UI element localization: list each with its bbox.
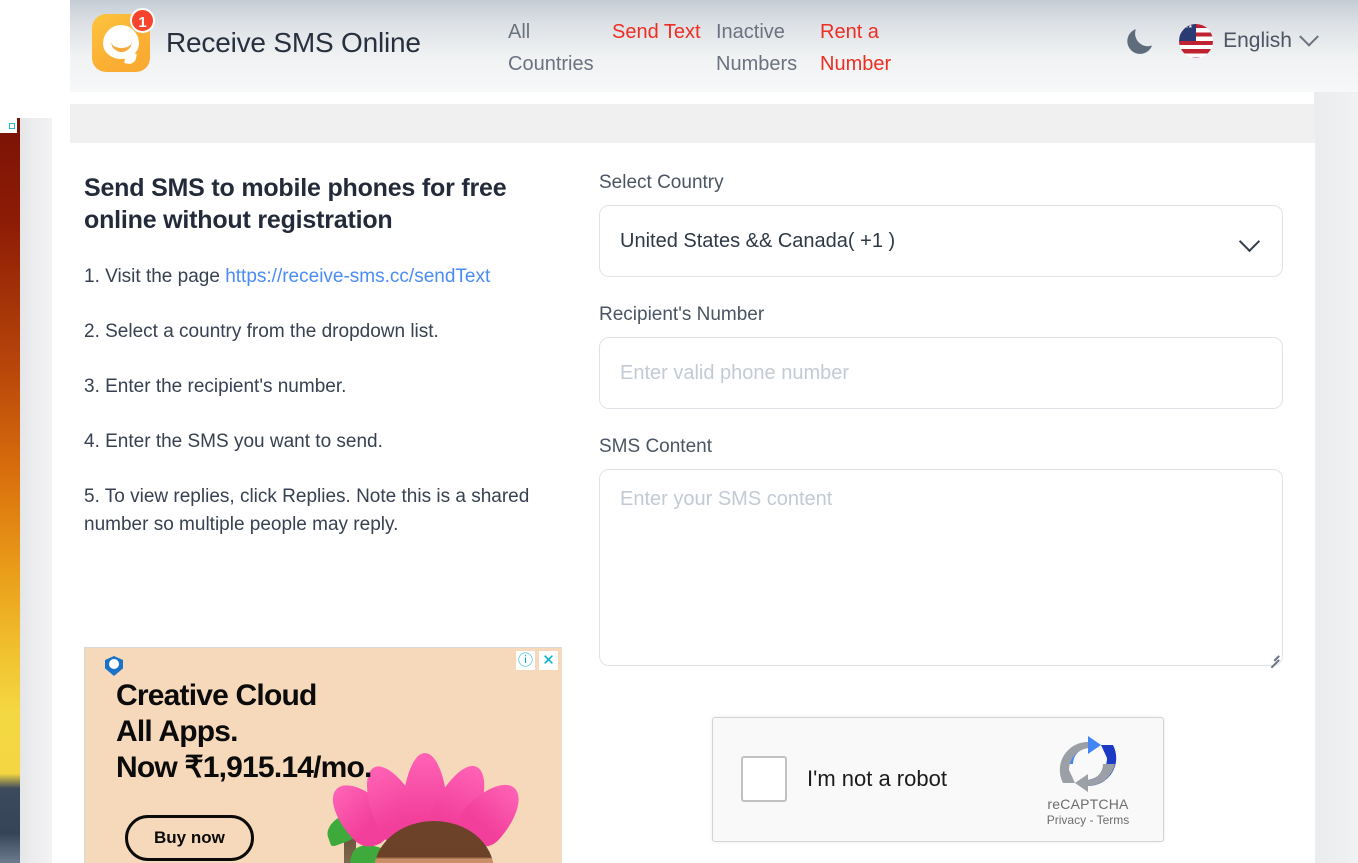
moon-icon [1127,29,1153,54]
ad-headline: Creative Cloud All Apps. Now ₹1,915.14/m… [116,678,372,786]
top-left-filler [0,0,70,118]
sendtext-link[interactable]: https://receive-sms.cc/sendText [225,266,490,287]
instruction-step-1: 1. Visit the page https://receive-sms.cc… [84,263,574,291]
side-rail-ad-controls[interactable] [0,118,17,133]
display-ad[interactable]: ⓘ ✕ Creative Cloud All Apps. Now ₹1,915.… [84,647,562,863]
main-navigation: All Countries Send Text Inactive Numbers… [508,16,924,80]
side-rail-ad[interactable] [0,118,20,863]
notification-badge: 1 [130,8,155,33]
us-flag-icon [1179,24,1214,58]
recaptcha-checkbox[interactable] [741,756,787,802]
recaptcha-legal-links: Privacy - Terms [1033,813,1143,827]
ad-controls: ⓘ ✕ [516,651,558,670]
recaptcha-widget[interactable]: I'm not a robot reCAPTCHA Privacy - Term… [712,717,1164,842]
logo-wrap: 1 [92,8,155,72]
header-actions: English [1123,24,1319,58]
nav-item-rent-a-number[interactable]: Rent a Number [820,16,924,80]
instruction-step-1-text: 1. Visit the page [84,266,226,287]
ad-close-icon[interactable]: ✕ [539,651,558,670]
brand-title: Receive SMS Online [166,27,421,58]
recaptcha-brand-name: reCAPTCHA [1047,796,1129,812]
chevron-down-icon [1238,230,1261,253]
recipient-field-label: Recipient's Number [599,304,765,325]
ad-headline-line-1: Creative Cloud [116,679,317,712]
instruction-step-2: 2. Select a country from the dropdown li… [84,321,439,342]
chevron-down-icon [1299,26,1319,47]
page-root: 1 Receive SMS Online All Countries Send … [0,0,1358,863]
nav-item-all-countries[interactable]: All Countries [508,16,612,80]
page-content: Send SMS to mobile phones for free onlin… [70,143,1315,863]
language-label: English [1223,29,1292,52]
sms-content-textarea[interactable] [599,469,1283,666]
recaptcha-label: I'm not a robot [807,766,947,791]
page-title: Send SMS to mobile phones for free onlin… [84,174,507,234]
instruction-step-4: 4. Enter the SMS you want to send. [84,431,383,452]
instruction-step-3: 3. Enter the recipient's number. [84,376,347,397]
left-gutter [20,100,52,863]
recaptcha-privacy-link[interactable]: Privacy [1047,813,1086,827]
country-select-value: United States && Canada( +1 ) [620,229,896,252]
left-gutter-inner [52,100,70,863]
ad-headline-line-3: Now ₹1,915.14/mo. [116,751,372,784]
recaptcha-branding: reCAPTCHA Privacy - Terms [1033,736,1143,827]
nav-item-inactive-numbers[interactable]: Inactive Numbers [716,16,820,80]
recaptcha-logo-icon [1057,736,1119,792]
ad-buy-now-button[interactable]: Buy now [125,815,254,861]
country-field-label: Select Country [599,172,724,193]
send-sms-form: Select Country United States && Canada( … [599,172,1287,668]
adchoices-shield-icon[interactable] [105,656,123,676]
side-rail-close-icon[interactable] [9,123,15,129]
instructions-column: Send SMS to mobile phones for free onlin… [84,172,574,539]
ad-headline-line-2: All Apps. [116,715,239,748]
language-selector[interactable]: English [1179,24,1319,58]
recaptcha-terms-link[interactable]: Terms [1097,813,1130,827]
nav-item-send-text[interactable]: Send Text [612,16,716,48]
sms-content-field-label: SMS Content [599,436,712,457]
right-gutter [1314,92,1358,863]
country-select[interactable]: United States && Canada( +1 ) [599,205,1283,277]
brand-logo-link[interactable]: 1 Receive SMS Online [92,8,421,72]
site-header: 1 Receive SMS Online All Countries Send … [70,0,1358,92]
instruction-step-5: 5. To view replies, click Replies. Note … [84,486,530,535]
top-banner-ad-slot[interactable] [70,104,1315,143]
recipient-number-input[interactable] [599,337,1283,409]
sms-content-wrap [599,469,1283,668]
dark-mode-toggle[interactable] [1123,24,1157,58]
ad-info-icon[interactable]: ⓘ [516,651,535,670]
recaptcha-link-separator: - [1086,813,1097,827]
